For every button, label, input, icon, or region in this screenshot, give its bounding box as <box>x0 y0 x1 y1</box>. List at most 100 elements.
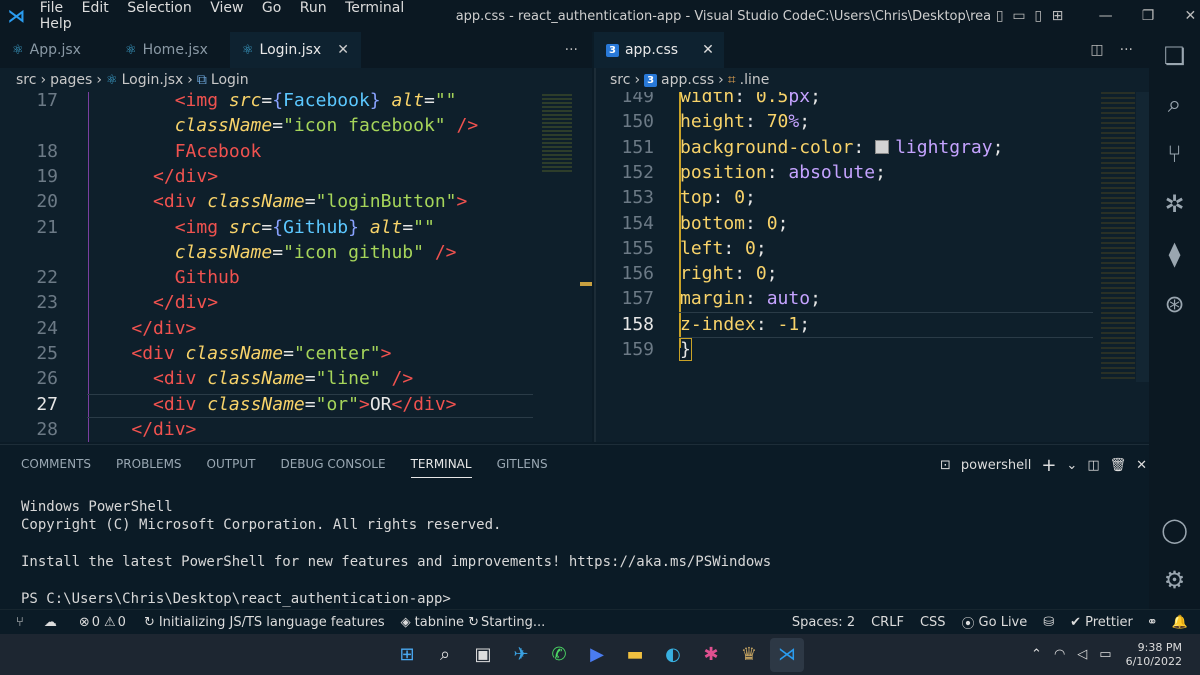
extensions-icon[interactable]: ⧫ <box>1149 240 1200 268</box>
line-number[interactable]: 156 <box>596 263 654 284</box>
language-mode[interactable]: CSS <box>920 615 946 630</box>
search-icon[interactable]: ⌕ <box>1149 90 1200 118</box>
database-icon[interactable]: ⛁ <box>1043 615 1054 630</box>
slack-icon[interactable]: ✱ <box>694 638 728 672</box>
line-number[interactable]: 24 <box>0 318 58 339</box>
code-line[interactable]: Github <box>88 267 240 288</box>
breadcrumb-item[interactable]: Login <box>211 72 249 88</box>
error-icon[interactable]: ⊗ <box>79 615 90 630</box>
tab-comments[interactable]: COMMENTS <box>21 457 91 478</box>
code-line[interactable]: left: 0; <box>680 238 767 259</box>
menu-help[interactable]: Help <box>40 16 72 32</box>
code-line[interactable]: height: 70%; <box>680 111 810 132</box>
color-swatch[interactable] <box>875 139 890 154</box>
toggle-secondary-sidebar-icon[interactable]: ▯ <box>1029 8 1048 24</box>
telegram-icon[interactable]: ✈ <box>504 638 538 672</box>
code-line[interactable]: z-index: -1; <box>680 314 810 335</box>
code-line[interactable]: top: 0; <box>680 187 756 208</box>
terminal-prompt[interactable]: PS C:\Users\Chris\Desktop\react_authenti… <box>21 591 451 607</box>
line-number[interactable]: 151 <box>596 137 654 158</box>
remote-icon[interactable]: ☁ <box>44 615 57 630</box>
menu-edit[interactable]: Edit <box>82 0 109 16</box>
gitlens-icon[interactable]: ⊛ <box>1149 290 1200 318</box>
menu-file[interactable]: File <box>40 0 63 16</box>
code-line[interactable]: right: 0; <box>680 263 778 284</box>
explorer-icon[interactable]: ❏ <box>1149 42 1200 70</box>
volume-icon[interactable]: ◁ <box>1077 647 1087 662</box>
file-explorer-icon[interactable]: ▬ <box>618 638 652 672</box>
line-number[interactable]: 20 <box>0 191 58 212</box>
line-number[interactable]: 149 <box>596 92 654 107</box>
split-editor-icon[interactable]: ◫ <box>1090 32 1103 68</box>
account-icon[interactable]: ◯ <box>1149 516 1200 544</box>
chevron-up-icon[interactable]: ⌃ <box>1031 647 1042 662</box>
line-number[interactable]: 159 <box>596 339 654 360</box>
code-line[interactable]: <div className="center"> <box>88 343 391 364</box>
line-number[interactable]: 155 <box>596 238 654 259</box>
line-number[interactable]: 28 <box>0 419 58 440</box>
menu-selection[interactable]: Selection <box>127 0 192 16</box>
tab-problems[interactable]: PROBLEMS <box>116 457 182 478</box>
code-line[interactable]: bottom: 0; <box>680 213 788 234</box>
branch-icon[interactable]: ⑂ <box>16 615 24 630</box>
chevron-down-icon[interactable]: ⌄ <box>1066 458 1077 473</box>
breadcrumb-item[interactable]: src <box>610 72 630 88</box>
code-line[interactable]: </div> <box>88 419 196 440</box>
tab-output[interactable]: OUTPUT <box>207 457 256 478</box>
code-line[interactable]: className="icon github" /> <box>88 242 457 263</box>
tab-gitlens[interactable]: GITLENS <box>497 457 548 478</box>
warning-count[interactable]: 0 <box>118 615 126 630</box>
line-number[interactable]: 152 <box>596 162 654 183</box>
line-number[interactable]: 21 <box>0 217 58 238</box>
menu-run[interactable]: Run <box>300 0 327 16</box>
tab-app-jsx[interactable]: ⚛ App.jsx <box>0 32 93 68</box>
prettier-status[interactable]: Prettier <box>1085 615 1133 630</box>
game-icon[interactable]: ♛ <box>732 638 766 672</box>
indent-setting[interactable]: Spaces: 2 <box>792 615 855 630</box>
tab-debug-console[interactable]: DEBUG CONSOLE <box>280 457 385 478</box>
minimize-button[interactable]: — <box>1096 8 1115 24</box>
zoom-icon[interactable]: ▶ <box>580 638 614 672</box>
line-number[interactable]: 26 <box>0 368 58 389</box>
line-number[interactable]: 154 <box>596 213 654 234</box>
js-ts-status[interactable]: Initializing JS/TS language features <box>159 615 385 630</box>
code-editor-login-jsx[interactable]: 17 <img src={Facebook} alt="" className=… <box>0 92 592 442</box>
menu-view[interactable]: View <box>210 0 243 16</box>
code-editor-app-css[interactable]: 149 width: 0.5px; 150 height: 70%; 151 backgr… <box>596 92 1149 442</box>
vscode-taskbar-icon[interactable]: ⋊ <box>770 637 804 672</box>
more-actions-icon[interactable]: ··· <box>1120 32 1133 68</box>
scrollbar[interactable] <box>1136 92 1149 382</box>
line-number[interactable]: 150 <box>596 111 654 132</box>
breadcrumb-item[interactable]: pages <box>50 72 92 88</box>
code-line[interactable]: position: absolute; <box>680 162 886 183</box>
code-line[interactable]: <img src={Github} alt="" <box>88 217 435 238</box>
close-window-button[interactable]: ✕ <box>1181 8 1200 24</box>
tabnine-status[interactable]: tabnine <box>415 615 464 630</box>
code-line[interactable]: </div> <box>88 318 196 339</box>
line-number[interactable]: 157 <box>596 288 654 309</box>
debug-icon[interactable]: ✲ <box>1149 190 1200 218</box>
gear-icon[interactable]: ⚙ <box>1149 566 1200 594</box>
bell-icon[interactable]: 🔔 <box>1172 615 1188 630</box>
code-line[interactable]: } <box>679 338 692 361</box>
customize-layout-icon[interactable]: ⊞ <box>1048 8 1067 24</box>
wifi-icon[interactable]: ◠ <box>1054 647 1065 662</box>
terminal-shell-label[interactable]: powershell <box>961 458 1031 473</box>
code-line[interactable]: <div className="line" /> <box>88 368 413 389</box>
code-line[interactable]: margin: auto; <box>680 288 821 309</box>
search-icon[interactable]: ⌕ <box>428 638 462 672</box>
tab-login-jsx[interactable]: ⚛ Login.jsx ✕ <box>229 32 361 68</box>
split-terminal-icon[interactable]: ◫ <box>1087 458 1099 473</box>
source-control-icon[interactable]: ⑂ <box>1149 140 1200 168</box>
line-number[interactable]: 19 <box>0 166 58 187</box>
code-line[interactable]: className="icon facebook" /> <box>88 115 478 136</box>
trash-icon[interactable]: 🗑 <box>1110 458 1127 473</box>
eol-setting[interactable]: CRLF <box>871 615 904 630</box>
code-line[interactable]: background-color: lightgray; <box>680 137 1003 158</box>
toggle-primary-sidebar-icon[interactable]: ▯ <box>990 8 1009 24</box>
code-line[interactable]: </div> <box>88 166 218 187</box>
tab-home-jsx[interactable]: ⚛ Home.jsx <box>113 32 220 68</box>
close-tab-icon[interactable]: ✕ <box>337 42 349 58</box>
minimap[interactable] <box>538 92 578 192</box>
new-terminal-icon[interactable]: + <box>1041 455 1056 476</box>
